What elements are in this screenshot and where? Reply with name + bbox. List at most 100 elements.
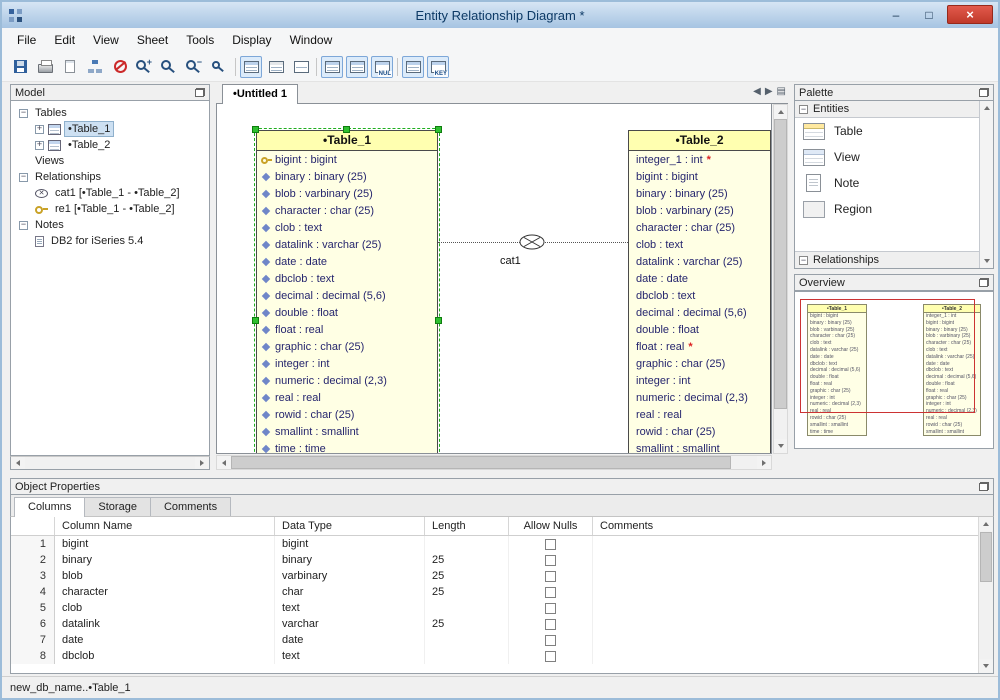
zoom-fit-icon[interactable] [209, 56, 231, 78]
scroll-left-arrow[interactable] [217, 456, 231, 469]
column-name-header[interactable]: Column Name [55, 517, 275, 535]
scroll-down-arrow[interactable] [980, 254, 993, 268]
entity-column[interactable]: date : date [629, 270, 770, 287]
data-type-cell[interactable]: bigint [275, 536, 425, 552]
entity-title[interactable]: •Table_2 [629, 131, 770, 151]
length-cell[interactable]: 25 [425, 568, 509, 584]
entity-column[interactable]: smallint : smallint [629, 440, 770, 454]
palette-item[interactable]: Note [795, 170, 979, 196]
column-name-cell[interactable]: dbclob [55, 648, 275, 664]
show-nullable-icon[interactable]: NUL [371, 56, 393, 78]
sheet-tab-untitled-1[interactable]: •Untitled 1 [222, 84, 298, 104]
entity-column[interactable]: integer : int [257, 355, 437, 372]
data-type-header[interactable]: Data Type [275, 517, 425, 535]
column-name-cell[interactable]: blob [55, 568, 275, 584]
relationship-category-icon[interactable] [519, 234, 545, 250]
entity-column[interactable]: rowid : char (25) [629, 423, 770, 440]
column-row[interactable]: 5 clob text [11, 600, 993, 616]
entity-column[interactable]: graphic : char (25) [629, 355, 770, 372]
allow-nulls-checkbox[interactable] [545, 635, 556, 646]
column-name-cell[interactable]: character [55, 584, 275, 600]
entity-column[interactable]: real : real [257, 389, 437, 406]
sheet-list-icon[interactable]: ▤ [777, 86, 786, 97]
scroll-down-arrow[interactable] [774, 439, 787, 453]
tree-expander-icon[interactable] [35, 141, 44, 150]
length-cell[interactable]: 25 [425, 616, 509, 632]
selection-handle[interactable] [252, 126, 259, 133]
tree-item[interactable]: Notes [11, 217, 209, 233]
model-hierarchy-icon[interactable] [84, 56, 106, 78]
allow-nulls-checkbox[interactable] [545, 587, 556, 598]
grid-v-scrollbar[interactable] [978, 517, 993, 673]
comments-cell[interactable] [593, 616, 993, 632]
entity-column[interactable]: rowid : char (25) [257, 406, 437, 423]
length-cell[interactable] [425, 632, 509, 648]
data-type-cell[interactable]: varchar [275, 616, 425, 632]
length-cell[interactable]: 25 [425, 584, 509, 600]
column-row[interactable]: 4 character char 25 [11, 584, 993, 600]
comments-cell[interactable] [593, 584, 993, 600]
column-row[interactable]: 8 dbclob text [11, 648, 993, 664]
column-row[interactable]: 7 date date [11, 632, 993, 648]
menu-item[interactable]: Edit [45, 30, 84, 50]
entity-column[interactable]: binary : binary (25) [629, 185, 770, 202]
entity-column[interactable]: blob : varbinary (25) [629, 202, 770, 219]
tree-expander-icon[interactable] [19, 109, 28, 118]
tree-item[interactable]: Tables [11, 105, 209, 121]
float-panel-icon[interactable] [195, 88, 205, 97]
print-icon[interactable] [34, 56, 56, 78]
tree-expander-icon[interactable] [19, 173, 28, 182]
length-cell[interactable] [425, 600, 509, 616]
comments-cell[interactable] [593, 568, 993, 584]
comments-cell[interactable] [593, 632, 993, 648]
v-scroll-thumb[interactable] [774, 119, 787, 409]
column-name-cell[interactable]: clob [55, 600, 275, 616]
menu-item[interactable]: Tools [177, 30, 223, 50]
model-h-scrollbar[interactable] [10, 456, 210, 470]
view-rows-icon[interactable] [265, 56, 287, 78]
length-cell[interactable]: 25 [425, 552, 509, 568]
overview-box[interactable]: •Table_1 bigint : bigintbinary : binary … [794, 291, 994, 449]
view-compact-icon[interactable] [290, 56, 312, 78]
close-button[interactable]: × [947, 5, 993, 24]
entity-column[interactable]: dbclob : text [257, 270, 437, 287]
toolbar-separator[interactable] [396, 56, 399, 78]
collapse-section-icon[interactable] [799, 256, 808, 265]
scroll-left-arrow[interactable] [11, 457, 25, 469]
overview-viewport-rect[interactable] [800, 299, 975, 413]
entity-column[interactable]: integer_1 : int * [629, 151, 770, 168]
selection-handle[interactable] [435, 126, 442, 133]
entity-column[interactable]: numeric : decimal (2,3) [629, 389, 770, 406]
entity-column[interactable]: binary : binary (25) [257, 168, 437, 185]
entity-column[interactable]: date : date [257, 253, 437, 270]
relationship-label[interactable]: cat1 [500, 255, 521, 267]
entity-column[interactable]: time : time [257, 440, 437, 454]
toolbar-separator[interactable] [234, 56, 237, 78]
h-scroll-thumb[interactable] [231, 456, 731, 469]
float-panel-icon[interactable] [979, 482, 989, 491]
tree-item[interactable]: re1 [•Table_1 - •Table_2] [11, 201, 209, 217]
entity-column[interactable]: decimal : decimal (5,6) [257, 287, 437, 304]
tree-item[interactable]: cat1 [•Table_1 - •Table_2] [11, 185, 209, 201]
allow-nulls-checkbox[interactable] [545, 603, 556, 614]
show-columns-icon[interactable] [321, 56, 343, 78]
selection-handle[interactable] [343, 126, 350, 133]
comments-cell[interactable] [593, 600, 993, 616]
entity-column[interactable]: float : real * [629, 338, 770, 355]
palette-item[interactable]: Region [795, 196, 979, 222]
entity-column[interactable]: numeric : decimal (2,3) [257, 372, 437, 389]
toolbar-separator[interactable] [315, 56, 318, 78]
tree-expander-icon[interactable] [35, 125, 44, 134]
comments-header[interactable]: Comments [593, 517, 978, 535]
diagram-canvas[interactable]: cat1 •Table_1 bigint : bigint [216, 104, 772, 454]
length-cell[interactable] [425, 536, 509, 552]
show-fk-icon[interactable] [402, 56, 424, 78]
selection-handle[interactable] [435, 317, 442, 324]
properties-tab[interactable]: Columns [14, 497, 85, 517]
entity-column[interactable]: double : float [257, 304, 437, 321]
entity-column[interactable]: datalink : varchar (25) [629, 253, 770, 270]
float-panel-icon[interactable] [979, 88, 989, 97]
tree-item[interactable]: Relationships [11, 169, 209, 185]
entity-column[interactable]: decimal : decimal (5,6) [629, 304, 770, 321]
canvas-h-scrollbar[interactable] [216, 455, 772, 470]
